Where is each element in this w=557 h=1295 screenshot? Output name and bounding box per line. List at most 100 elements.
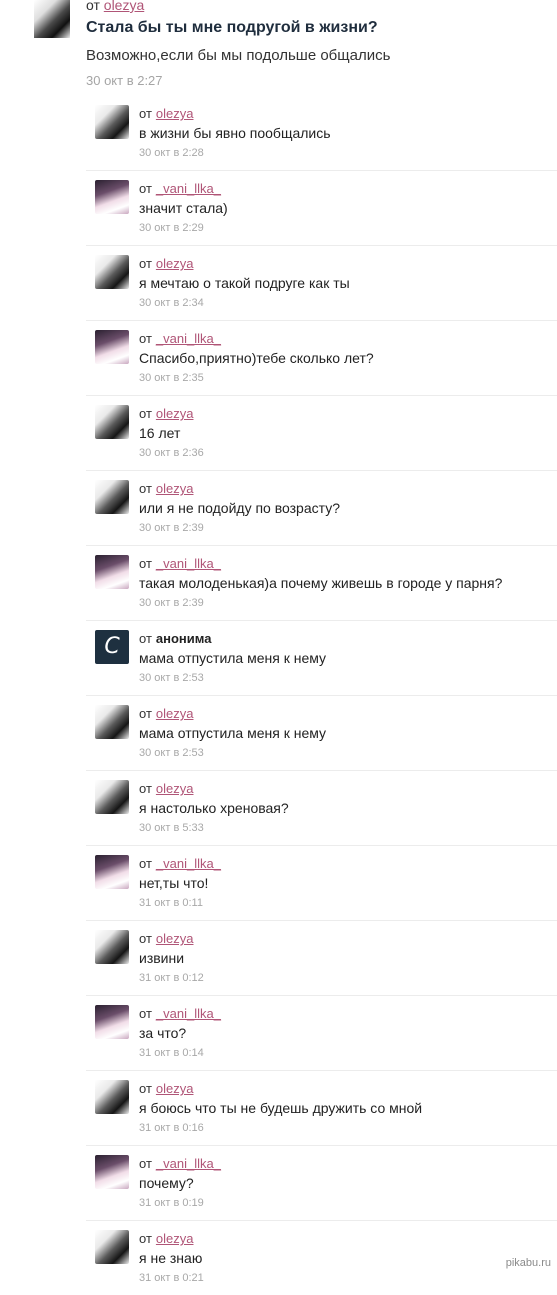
comment-author-link[interactable]: olezya <box>156 1081 194 1096</box>
comment-author-link[interactable]: olezya <box>156 706 194 721</box>
question-card: от olezya Стала бы ты мне подругой в жиз… <box>0 0 557 92</box>
comment-author-link[interactable]: olezya <box>156 781 194 796</box>
commenter-avatar[interactable] <box>95 330 129 364</box>
comment-item: от olezya или я не подойду по возрасту? 30 … <box>86 470 557 545</box>
comment-author-link[interactable]: _vani_llka_ <box>156 331 221 346</box>
from-label: от <box>139 1081 152 1096</box>
commenter-avatar[interactable] <box>95 1155 129 1189</box>
comment-author-link[interactable]: olezya <box>156 931 194 946</box>
comment-text: почему? <box>139 1175 194 1191</box>
comment-item: от olezya в жизни бы явно пообщались 30 окт… <box>86 96 557 170</box>
from-label: от <box>139 256 152 271</box>
commenter-avatar[interactable] <box>95 855 129 889</box>
commenter-avatar[interactable] <box>95 255 129 289</box>
comment-text: Спасибо,приятно)тебе сколько лет? <box>139 350 374 366</box>
comment-author-link: анонима <box>155 631 212 646</box>
comment-timestamp: 30 окт в 2:35 <box>139 372 204 384</box>
comment-author-link[interactable]: _vani_llka_ <box>156 856 221 871</box>
comment-meta: от _vani_llka_ <box>139 856 221 871</box>
comment-author-link[interactable]: _vani_llka_ <box>156 1006 221 1021</box>
commenter-avatar[interactable] <box>95 930 129 964</box>
comment-item: Сот анонима мама отпустила меня к нему 30 о… <box>86 620 557 695</box>
comment-author-link[interactable]: olezya <box>156 406 194 421</box>
comment-item: от olezya извини 31 окт в 0:12 <box>86 920 557 995</box>
from-label: от <box>139 556 152 571</box>
comment-item: от _vani_llka_ почему? 31 окт в 0:19 <box>86 1145 557 1220</box>
comment-text: или я не подойду по возрасту? <box>139 500 340 516</box>
comment-text: извини <box>139 950 185 966</box>
comment-item: от olezya я мечтаю о такой подруге как ты 3… <box>86 245 557 320</box>
from-label: от <box>139 1231 152 1246</box>
comment-meta: от olezya <box>139 481 193 496</box>
comment-text: нет,ты что! <box>139 875 209 891</box>
from-label: от <box>139 481 152 496</box>
author-link[interactable]: olezya <box>104 0 144 13</box>
question-timestamp: 30 окт в 2:27 <box>86 73 163 88</box>
commenter-avatar[interactable] <box>95 555 129 589</box>
comment-meta: от анонима <box>139 631 211 646</box>
comment-text: такая молоденькая)а почему живешь в горо… <box>139 575 503 591</box>
comment-item: от _vani_llka_ нет,ты что! 31 окт в 0:11 <box>86 845 557 920</box>
from-label: от <box>139 931 152 946</box>
from-label: от <box>139 181 152 196</box>
from-label: от <box>139 631 152 646</box>
comment-timestamp: 30 окт в 2:53 <box>139 672 204 684</box>
comment-meta: от olezya <box>139 256 193 271</box>
comment-meta: от _vani_llka_ <box>139 331 221 346</box>
comment-timestamp: 31 окт в 0:14 <box>139 1047 204 1059</box>
from-label: от <box>139 1156 152 1171</box>
comment-timestamp: 31 окт в 0:16 <box>139 1122 204 1134</box>
question-title: Стала бы ты мне подругой в жизни? <box>86 19 378 36</box>
comments-list: от olezya в жизни бы явно пообщались 30 окт… <box>86 96 557 1295</box>
commenter-avatar[interactable] <box>95 480 129 514</box>
comment-meta: от olezya <box>139 706 193 721</box>
comment-timestamp: 30 окт в 2:39 <box>139 597 204 609</box>
comment-meta: от olezya <box>139 931 193 946</box>
comment-item: от _vani_llka_ за что? 31 окт в 0:14 <box>86 995 557 1070</box>
comment-meta: от _vani_llka_ <box>139 556 221 571</box>
commenter-avatar[interactable] <box>95 180 129 214</box>
from-label: от <box>139 331 152 346</box>
comment-author-link[interactable]: _vani_llka_ <box>156 556 221 571</box>
commenter-avatar[interactable]: С <box>95 630 129 664</box>
commenter-avatar[interactable] <box>95 780 129 814</box>
commenter-avatar[interactable] <box>95 1005 129 1039</box>
comment-text: я не знаю <box>139 1250 203 1266</box>
commenter-avatar[interactable] <box>95 705 129 739</box>
comment-author-link[interactable]: olezya <box>156 481 194 496</box>
from-label: от <box>139 106 152 121</box>
comment-author-link[interactable]: olezya <box>156 106 194 121</box>
comment-text: я боюсь что ты не будешь дружить со мной <box>139 1100 423 1116</box>
commenter-avatar[interactable] <box>95 1230 129 1264</box>
comment-text: за что? <box>139 1025 187 1041</box>
comment-meta: от olezya <box>139 1231 193 1246</box>
comment-text: 16 лет <box>139 425 181 441</box>
author-avatar[interactable] <box>34 0 70 38</box>
from-label: от <box>139 406 152 421</box>
comment-author-link[interactable]: olezya <box>156 256 194 271</box>
comment-item: от olezya 16 лет 30 окт в 2:36 <box>86 395 557 470</box>
commenter-avatar[interactable] <box>95 405 129 439</box>
comment-timestamp: 30 окт в 2:34 <box>139 297 204 309</box>
comment-meta: от olezya <box>139 406 193 421</box>
question-meta: от olezya <box>86 0 144 13</box>
comment-author-link[interactable]: _vani_llka_ <box>156 181 221 196</box>
comment-text: мама отпустила меня к нему <box>139 725 327 741</box>
comment-author-link[interactable]: olezya <box>156 1231 194 1246</box>
comment-timestamp: 30 окт в 2:39 <box>139 522 204 534</box>
from-label: от <box>139 706 152 721</box>
comment-timestamp: 31 окт в 0:19 <box>139 1197 204 1209</box>
commenter-avatar[interactable] <box>95 105 129 139</box>
from-label: от <box>139 856 152 871</box>
comment-item: от _vani_llka_ значит стала) 30 окт в 2:29 <box>86 170 557 245</box>
comment-item: от olezya я не знаю 31 окт в 0:21 <box>86 1220 557 1295</box>
comment-author-link[interactable]: _vani_llka_ <box>156 1156 221 1171</box>
comment-meta: от olezya <box>139 106 193 121</box>
answer-text: Возможно,если бы мы подольше общались <box>86 47 391 64</box>
comment-meta: от _vani_llka_ <box>139 1156 221 1171</box>
from-label: от <box>139 1006 152 1021</box>
commenter-avatar[interactable] <box>95 1080 129 1114</box>
comment-text: я мечтаю о такой подруге как ты <box>139 275 350 291</box>
comment-text: мама отпустила меня к нему <box>139 650 327 666</box>
comment-meta: от _vani_llka_ <box>139 181 221 196</box>
